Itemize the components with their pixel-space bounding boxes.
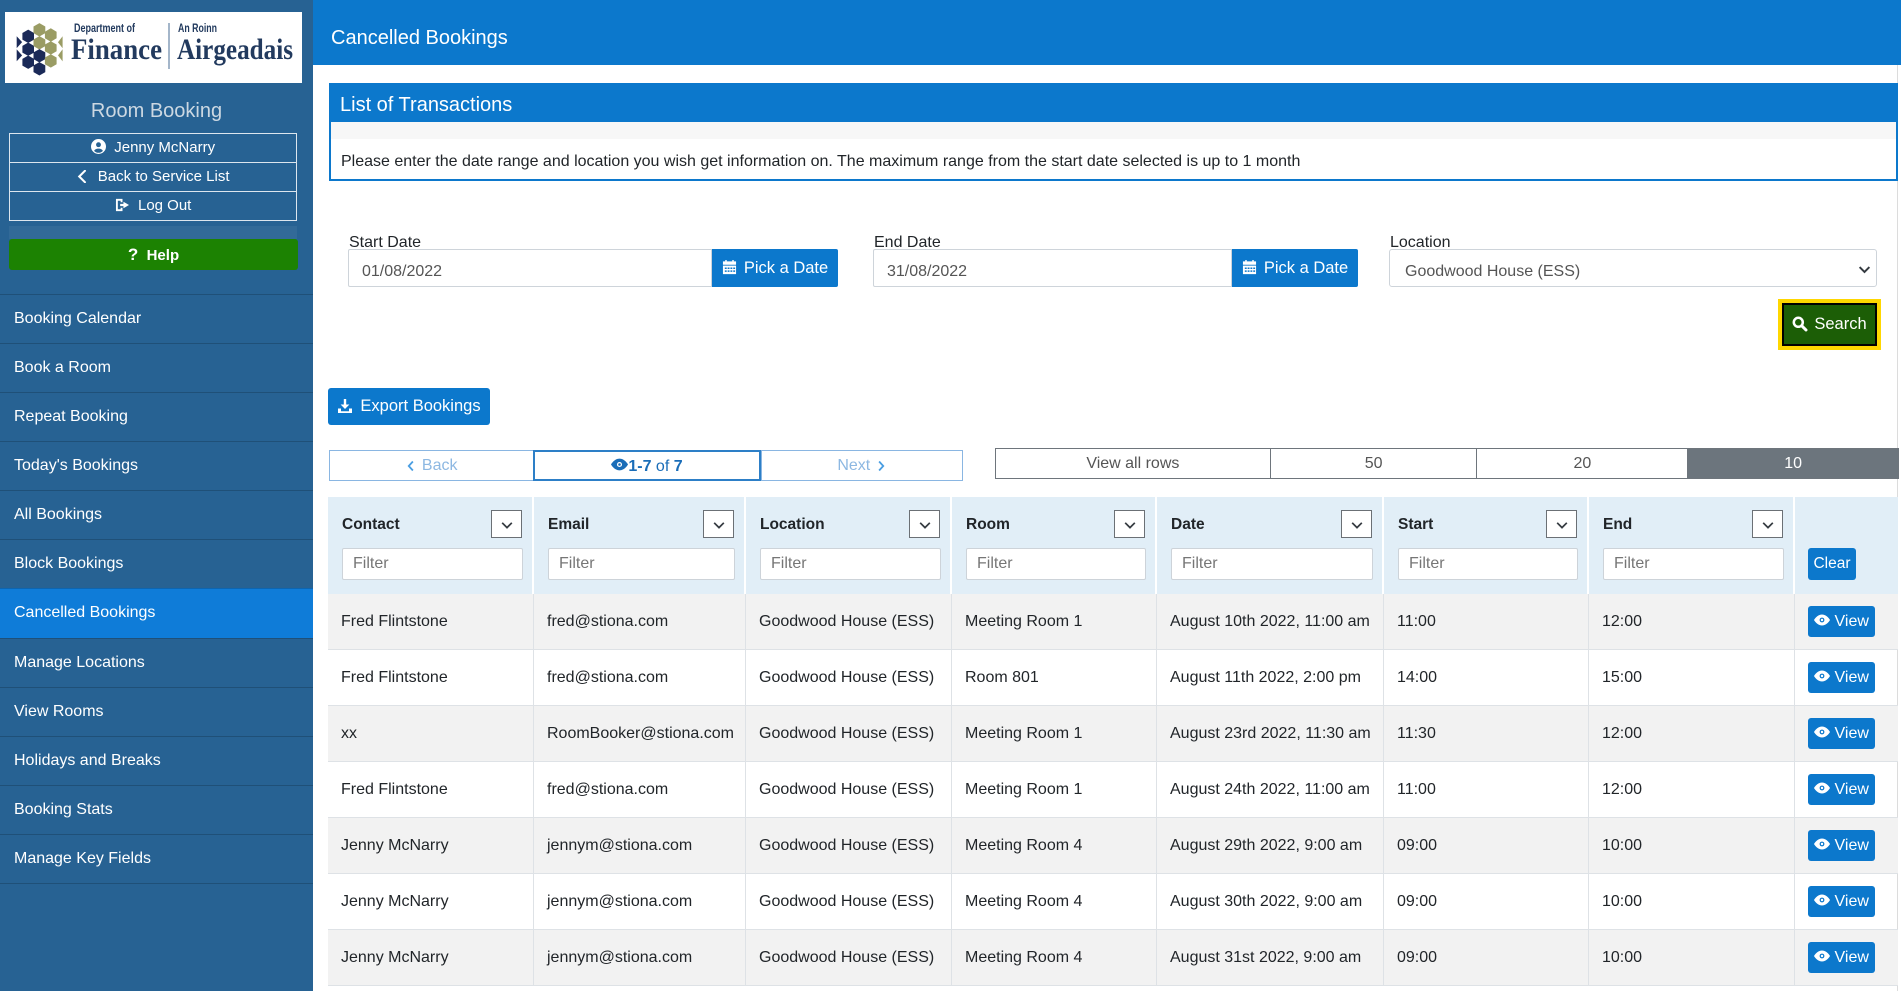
svg-text:Finance: Finance: [71, 33, 162, 66]
svg-text:Airgeadais: Airgeadais: [177, 33, 293, 66]
